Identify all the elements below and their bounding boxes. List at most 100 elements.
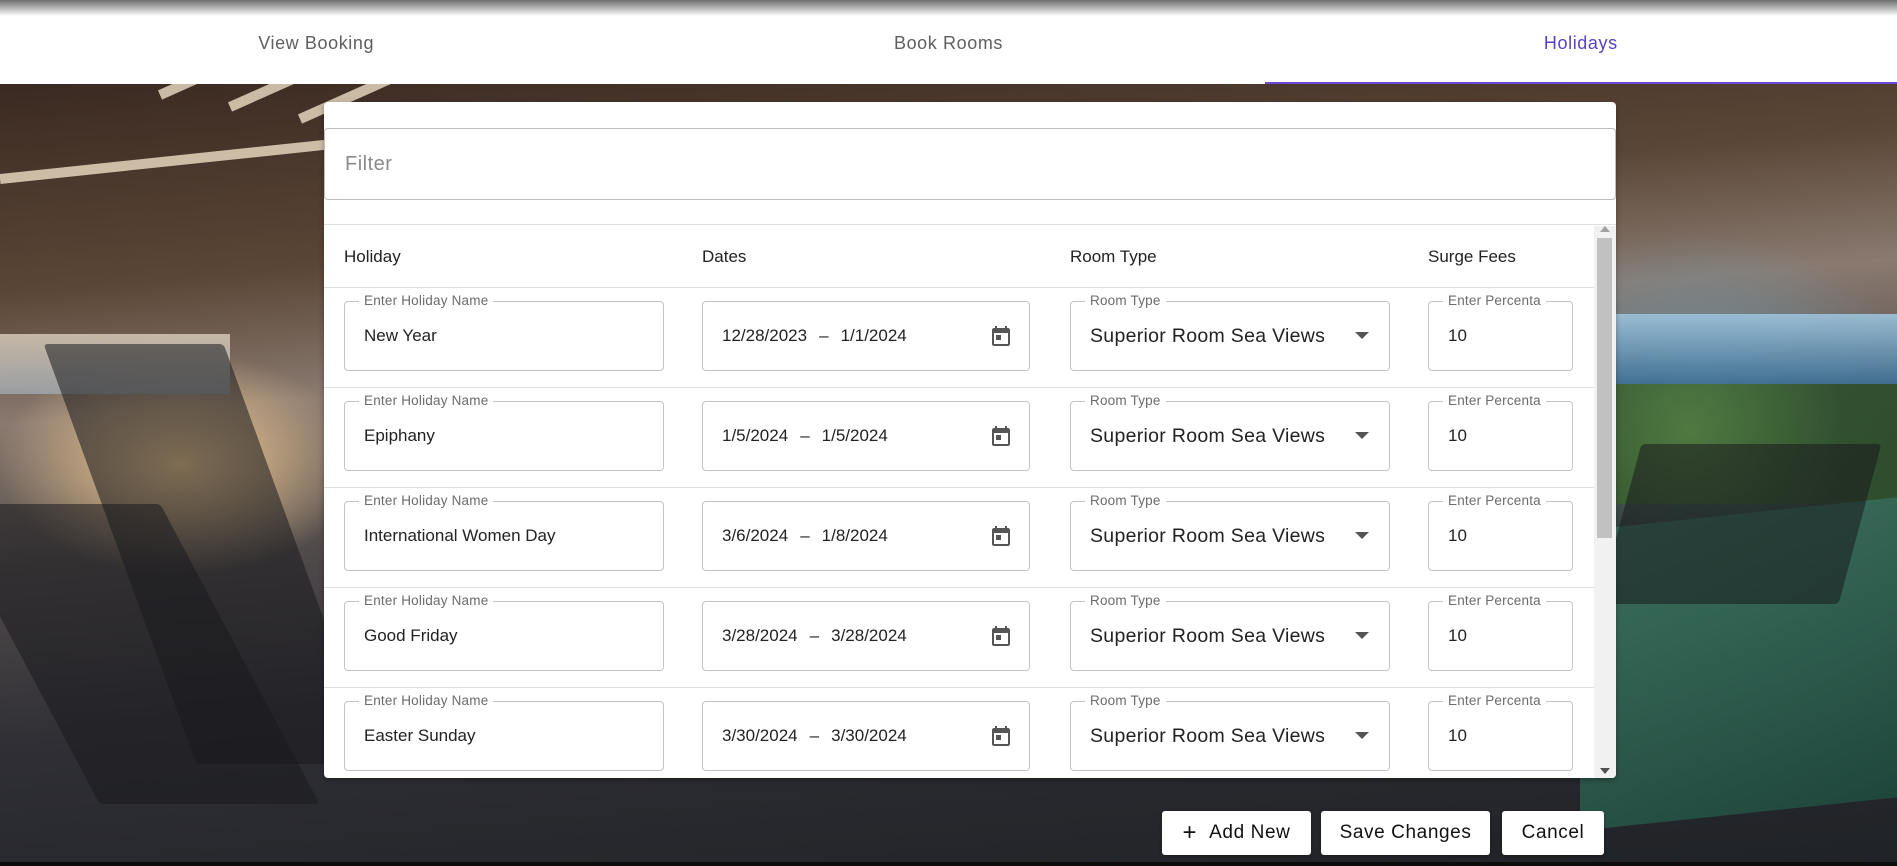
header-dates: Dates — [702, 247, 747, 266]
chevron-down-icon — [1355, 632, 1369, 639]
room-type-value: Superior Room Sea Views — [1090, 624, 1326, 647]
date-separator: – — [809, 726, 820, 745]
room-type-select[interactable]: Room Type Superior Room Sea Views — [1070, 593, 1390, 671]
date-end: 3/28/2024 — [831, 626, 907, 645]
holidays-card: Holiday Dates Room Type Surge Fees Enter… — [324, 102, 1616, 778]
calendar-icon[interactable] — [989, 724, 1013, 748]
field-label: Enter Percenta — [1443, 393, 1546, 408]
date-start: 3/28/2024 — [722, 626, 798, 645]
chevron-down-icon — [1355, 732, 1369, 739]
chevron-down-icon — [1355, 432, 1369, 439]
surge-percent-field[interactable]: Enter Percenta 10 — [1428, 393, 1573, 471]
table-row: Enter Holiday Name Epiphany 1/5/2024 – 1… — [324, 388, 1594, 488]
surge-value: 10 — [1448, 626, 1467, 645]
holiday-name-field[interactable]: Enter Holiday Name Epiphany — [344, 393, 664, 471]
date-start: 12/28/2023 — [722, 326, 808, 345]
chevron-down-icon — [1355, 332, 1369, 339]
chevron-down-icon — [1355, 532, 1369, 539]
save-changes-button[interactable]: Save Changes — [1321, 811, 1490, 855]
field-label: Enter Holiday Name — [359, 593, 494, 608]
calendar-icon[interactable] — [989, 524, 1013, 548]
scroll-thumb[interactable] — [1597, 238, 1612, 538]
surge-percent-field[interactable]: Enter Percenta 10 — [1428, 493, 1573, 571]
tab-book-rooms[interactable]: Book Rooms — [632, 16, 1264, 84]
surge-percent-field[interactable]: Enter Percenta 10 — [1428, 693, 1573, 771]
surge-percent-field[interactable]: Enter Percenta 10 — [1428, 293, 1573, 371]
surge-value: 10 — [1448, 526, 1467, 545]
field-label: Room Type — [1085, 393, 1166, 408]
room-type-select[interactable]: Room Type Superior Room Sea Views — [1070, 293, 1390, 371]
surge-value: 10 — [1448, 326, 1467, 345]
app-bar-shadow — [0, 0, 1897, 16]
date-range-field[interactable]: 3/30/2024 – 3/30/2024 — [702, 701, 1030, 771]
header-surge-fees: Surge Fees — [1428, 247, 1516, 266]
table-row: Enter Holiday Name Good Friday 3/28/2024… — [324, 588, 1594, 688]
holidays-table: Holiday Dates Room Type Surge Fees Enter… — [324, 226, 1594, 778]
room-type-value: Superior Room Sea Views — [1090, 724, 1326, 747]
date-range-field[interactable]: 12/28/2023 – 1/1/2024 — [702, 301, 1030, 371]
date-range-field[interactable]: 3/6/2024 – 1/8/2024 — [702, 501, 1030, 571]
room-type-value: Superior Room Sea Views — [1090, 524, 1326, 547]
scroll-down-arrow-icon[interactable] — [1600, 768, 1610, 774]
cancel-button[interactable]: Cancel — [1502, 811, 1604, 855]
holiday-name-value: Good Friday — [364, 626, 458, 645]
field-label: Enter Percenta — [1443, 293, 1546, 308]
date-separator: – — [800, 526, 810, 545]
filter-field[interactable] — [324, 128, 1616, 200]
calendar-icon[interactable] — [989, 424, 1013, 448]
add-new-label: Add New — [1209, 822, 1291, 843]
scroll-up-arrow-icon[interactable] — [1600, 226, 1610, 232]
filter-input[interactable] — [345, 152, 1615, 176]
room-type-select[interactable]: Room Type Superior Room Sea Views — [1070, 693, 1390, 771]
date-separator: – — [819, 326, 829, 345]
add-new-button[interactable]: + Add New — [1162, 811, 1311, 855]
room-type-select[interactable]: Room Type Superior Room Sea Views — [1070, 493, 1390, 571]
header-room-type: Room Type — [1070, 247, 1157, 266]
field-label: Room Type — [1085, 493, 1166, 508]
holiday-name-value: International Women Day — [364, 526, 556, 545]
calendar-icon[interactable] — [989, 324, 1013, 348]
date-end: 1/5/2024 — [821, 426, 888, 445]
field-label: Enter Percenta — [1443, 693, 1546, 708]
field-label: Enter Holiday Name — [359, 293, 494, 308]
date-start: 3/6/2024 — [722, 526, 789, 545]
surge-percent-field[interactable]: Enter Percenta 10 — [1428, 593, 1573, 671]
field-label: Room Type — [1085, 693, 1166, 708]
divider — [324, 224, 1616, 225]
date-separator: – — [809, 626, 820, 645]
field-label: Enter Holiday Name — [359, 493, 494, 508]
date-end: 1/8/2024 — [821, 526, 888, 545]
holiday-name-field[interactable]: Enter Holiday Name Good Friday — [344, 593, 664, 671]
header-holiday: Holiday — [344, 247, 401, 266]
holiday-name-field[interactable]: Enter Holiday Name Easter Sunday — [344, 693, 664, 771]
tab-holidays[interactable]: Holidays — [1264, 16, 1897, 84]
field-label: Enter Percenta — [1443, 593, 1546, 608]
room-type-value: Superior Room Sea Views — [1090, 424, 1326, 447]
holiday-name-value: Easter Sunday — [364, 726, 476, 745]
date-range-field[interactable]: 1/5/2024 – 1/5/2024 — [702, 401, 1030, 471]
table-scrollbar[interactable] — [1594, 226, 1616, 778]
holiday-name-field[interactable]: Enter Holiday Name International Women D… — [344, 493, 664, 571]
field-label: Room Type — [1085, 293, 1166, 308]
field-label: Enter Percenta — [1443, 493, 1546, 508]
date-range-field[interactable]: 3/28/2024 – 3/28/2024 — [702, 601, 1030, 671]
tab-bar: View Booking Book Rooms Holidays — [0, 16, 1897, 84]
field-label: Enter Holiday Name — [359, 393, 494, 408]
room-type-select[interactable]: Room Type Superior Room Sea Views — [1070, 393, 1390, 471]
table-row: Enter Holiday Name Easter Sunday 3/30/20… — [324, 688, 1594, 778]
calendar-icon[interactable] — [989, 624, 1013, 648]
holiday-name-value: New Year — [364, 326, 437, 345]
room-type-value: Superior Room Sea Views — [1090, 324, 1326, 347]
tab-view-booking[interactable]: View Booking — [0, 16, 632, 84]
surge-value: 10 — [1448, 426, 1467, 445]
bottom-edge — [0, 862, 1897, 866]
date-end: 3/30/2024 — [831, 726, 907, 745]
table-row: Enter Holiday Name New Year 12/28/2023 –… — [324, 288, 1594, 388]
plus-icon: + — [1182, 819, 1198, 846]
table-row: Enter Holiday Name International Women D… — [324, 488, 1594, 588]
surge-value: 10 — [1448, 726, 1467, 745]
holiday-name-field[interactable]: Enter Holiday Name New Year — [344, 293, 664, 371]
date-separator: – — [800, 426, 810, 445]
field-label: Enter Holiday Name — [359, 693, 494, 708]
date-start: 1/5/2024 — [722, 426, 789, 445]
